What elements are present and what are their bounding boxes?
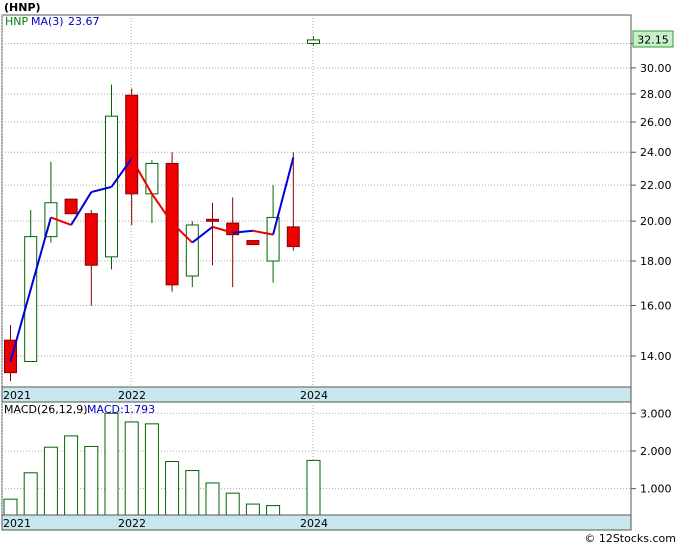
price-y-tick-label: 26.00 [640, 116, 672, 129]
macd-bar [84, 445, 99, 516]
macd-bar [225, 492, 240, 516]
macd-bar [245, 503, 260, 516]
price-y-tick-label: 14.00 [640, 350, 672, 363]
macd-params-label: MACD(26,12,9) [4, 403, 88, 416]
price-y-tick-label: 24.00 [640, 146, 672, 159]
macd-panel: 2021 2022 2024 1.000 2.000 3.000 [1, 401, 672, 531]
candle-body [185, 224, 199, 277]
macd-bar [306, 459, 321, 516]
ma-value-label: 23.67 [68, 15, 100, 28]
stock-chart: 2021 2022 2024 14.00 16.00 18.00 20.00 22.00 24… [0, 0, 680, 546]
macd-x-tick-label: 2024 [300, 517, 328, 530]
price-plot-frame [1, 14, 632, 403]
candle-body [286, 226, 300, 248]
macd-bar [3, 498, 18, 516]
macd-bar [64, 435, 79, 516]
price-y-tick-label: 20.00 [640, 215, 672, 228]
ma-period-label: MA(3) [31, 15, 64, 28]
candle-body [206, 218, 219, 222]
candle-down [246, 240, 260, 246]
macd-bar [266, 505, 281, 516]
chart-title: (HNP) [4, 1, 41, 14]
macd-y-tick-label: 2.000 [640, 445, 672, 458]
price-y-tick-label: 22.00 [640, 179, 672, 192]
macd-bar [23, 472, 38, 516]
candle-body [307, 39, 320, 44]
macd-bar [144, 423, 159, 516]
candle-body [84, 213, 98, 266]
candle-body [24, 236, 38, 362]
price-y-tick-label: 18.00 [640, 255, 672, 268]
macd-bar [165, 461, 180, 516]
candle-body [246, 240, 260, 246]
candle-body [64, 198, 78, 215]
candle-body [145, 162, 159, 195]
candle-body [266, 216, 280, 262]
candle-body [125, 94, 139, 195]
price-x-tick-label: 2022 [118, 389, 146, 402]
macd-x-tick-label: 2021 [3, 517, 31, 530]
watermark: © 12Stocks.com [584, 532, 676, 545]
macd-value-label: MACD:1.793 [87, 403, 155, 416]
macd-bar [104, 412, 119, 516]
candle-down [64, 198, 78, 215]
price-panel: 2021 2022 2024 14.00 16.00 18.00 20.00 22.00 24… [1, 14, 674, 403]
price-y-tick-label: 28.00 [640, 88, 672, 101]
macd-y-tick-label: 3.000 [640, 407, 672, 420]
price-y-tick-label: 30.00 [640, 62, 672, 75]
ma-ticker-label: HNP [5, 15, 29, 28]
macd-y-tick-label: 1.000 [640, 483, 672, 496]
macd-bar [185, 470, 200, 516]
last-price-label: 32.15 [637, 34, 669, 47]
price-x-tick-label: 2021 [3, 389, 31, 402]
macd-x-tick-label: 2022 [118, 517, 146, 530]
price-y-tick-label: 16.00 [640, 300, 672, 313]
macd-bar [205, 482, 220, 516]
price-x-tick-label: 2024 [300, 389, 328, 402]
macd-bar [124, 421, 139, 516]
macd-bar [43, 446, 58, 516]
